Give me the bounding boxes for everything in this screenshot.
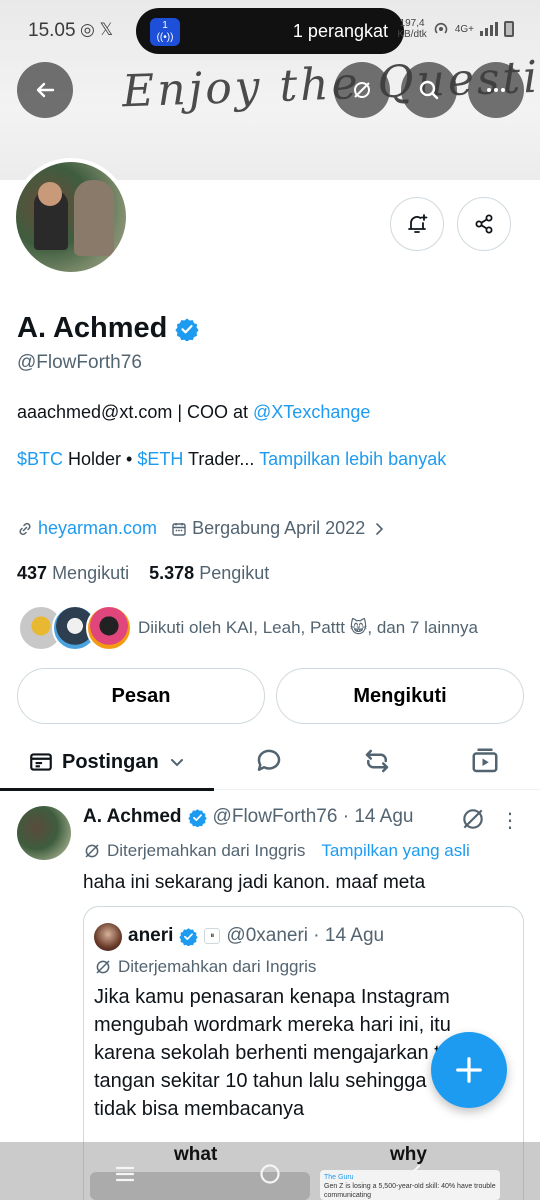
status-bar: 15.05 ◎ 𝕏 1 ((•)) 1 perangkat 197,4 KB/dt… [0, 0, 540, 60]
recents-icon[interactable] [113, 1162, 137, 1186]
post-author-name[interactable]: A. Achmed [83, 806, 182, 828]
quote-handle-date: @0xaneri · 14 Agu [226, 925, 385, 946]
follow-counts: 437 Mengikuti 5.378 Pengikut [17, 563, 269, 584]
eth-cashtag-link[interactable]: $ETH [137, 449, 183, 469]
tab-posts-label: Postingan [62, 750, 159, 773]
back-nav-icon[interactable] [404, 1162, 428, 1186]
affiliate-badge-icon: ⏸ [204, 928, 221, 944]
message-button[interactable]: Pesan [17, 668, 265, 724]
tab-posts[interactable]: Postingan [0, 734, 214, 791]
share-icon [475, 214, 493, 234]
btc-cashtag-link[interactable]: $BTC [17, 449, 63, 469]
grok-icon[interactable] [460, 806, 486, 832]
chevron-down-icon [170, 759, 183, 767]
profile-name-row: A. Achmed [17, 312, 200, 345]
profile-tabs: Postingan [0, 734, 540, 791]
translation-notice: Diterjemahkan dari Inggris Tampilkan yan… [83, 841, 470, 861]
hotspot-icon [434, 22, 448, 34]
translate-icon [85, 844, 99, 858]
profile-handle: @FlowForth76 [17, 352, 142, 373]
compose-button[interactable] [431, 1032, 507, 1108]
network-speed: 197,4 KB/dtk [397, 18, 427, 40]
profile-meta: heyarman.com Bergabung April 2022 [17, 518, 392, 539]
profile-name: A. Achmed [17, 312, 168, 344]
home-icon[interactable] [258, 1162, 282, 1186]
back-button[interactable] [17, 62, 73, 118]
verified-badge-icon[interactable] [175, 317, 200, 341]
post-more-icon[interactable]: ⋮ [500, 808, 520, 833]
plus-icon [456, 1057, 482, 1083]
search-icon [419, 80, 439, 100]
mutual-followers-avatars[interactable] [18, 605, 132, 651]
status-time: 15.05 [28, 20, 76, 41]
post-header: A. Achmed @FlowForth76 · 14 Agu [83, 806, 414, 828]
following-count-link[interactable]: 437 Mengikuti [17, 563, 129, 583]
translate-icon [96, 960, 110, 974]
followed-by-text[interactable]: Diikuti oleh KAI, Leah, Pattt 😸, dan 7 l… [138, 618, 478, 638]
avatar [86, 605, 132, 651]
website-link[interactable]: heyarman.com [38, 518, 157, 539]
more-button[interactable] [468, 62, 524, 118]
more-dots-icon [487, 88, 505, 92]
arrow-left-icon [36, 82, 55, 98]
share-button[interactable] [457, 197, 511, 251]
verified-badge-icon [179, 927, 199, 946]
broadcast-icon: 1 ((•)) [150, 18, 180, 46]
posts-icon [30, 753, 52, 771]
profile-avatar[interactable] [12, 158, 130, 276]
show-original-link[interactable]: Tampilkan yang asli [321, 841, 469, 861]
show-more-link[interactable]: Tampilkan lebih banyak [259, 449, 446, 469]
quote-author-avatar [94, 923, 122, 951]
notification-icons: ◎ 𝕏 [80, 20, 114, 39]
followers-count-link[interactable]: 5.378 Pengikut [149, 563, 269, 583]
signal-icon [480, 22, 498, 36]
bio-line-1: aaachmed@xt.com | COO at @XTexchange [17, 402, 371, 422]
chevron-right-icon[interactable] [371, 521, 387, 537]
island-text: 1 perangkat [292, 21, 388, 41]
post-text: haha ini sekarang jadi kanon. maaf meta [83, 872, 426, 893]
dynamic-island[interactable]: 1 ((•)) 1 perangkat [136, 8, 404, 54]
post-author-avatar[interactable] [17, 806, 71, 860]
network-type: 4G+ [454, 23, 474, 35]
battery-icon [504, 21, 514, 37]
reposts-tab-icon[interactable] [362, 746, 392, 776]
link-icon [19, 522, 31, 535]
notify-button[interactable] [390, 197, 444, 251]
grok-button[interactable] [334, 62, 390, 118]
verified-badge-icon [187, 808, 207, 827]
bio-line-2: $BTC Holder • $ETH Trader... Tampilkan l… [17, 449, 447, 469]
quote-header: aneri ⏸ @0xaneri · 14 Agu [128, 925, 384, 947]
calendar-icon [172, 522, 186, 536]
replies-tab-icon[interactable] [254, 746, 284, 776]
bell-plus-icon [408, 214, 428, 233]
search-button[interactable] [401, 62, 457, 118]
quote-translation-notice: Diterjemahkan dari Inggris [94, 957, 316, 977]
joined-date: Bergabung April 2022 [192, 518, 366, 538]
media-label-left: what [174, 1144, 218, 1165]
grok-icon [354, 82, 370, 98]
following-button[interactable]: Mengikuti [276, 668, 524, 724]
quote-author-name: aneri [128, 925, 174, 946]
status-right: 197,4 KB/dtk 4G+ [397, 18, 514, 40]
xtexchange-mention-link[interactable]: @XTexchange [253, 402, 370, 422]
post-handle-date: @FlowForth76 · 14 Agu [212, 806, 414, 827]
system-navigation-bar: what why The Guru Gen Z is losing a 5,50… [0, 1142, 540, 1200]
media-tab-icon[interactable] [470, 746, 500, 776]
